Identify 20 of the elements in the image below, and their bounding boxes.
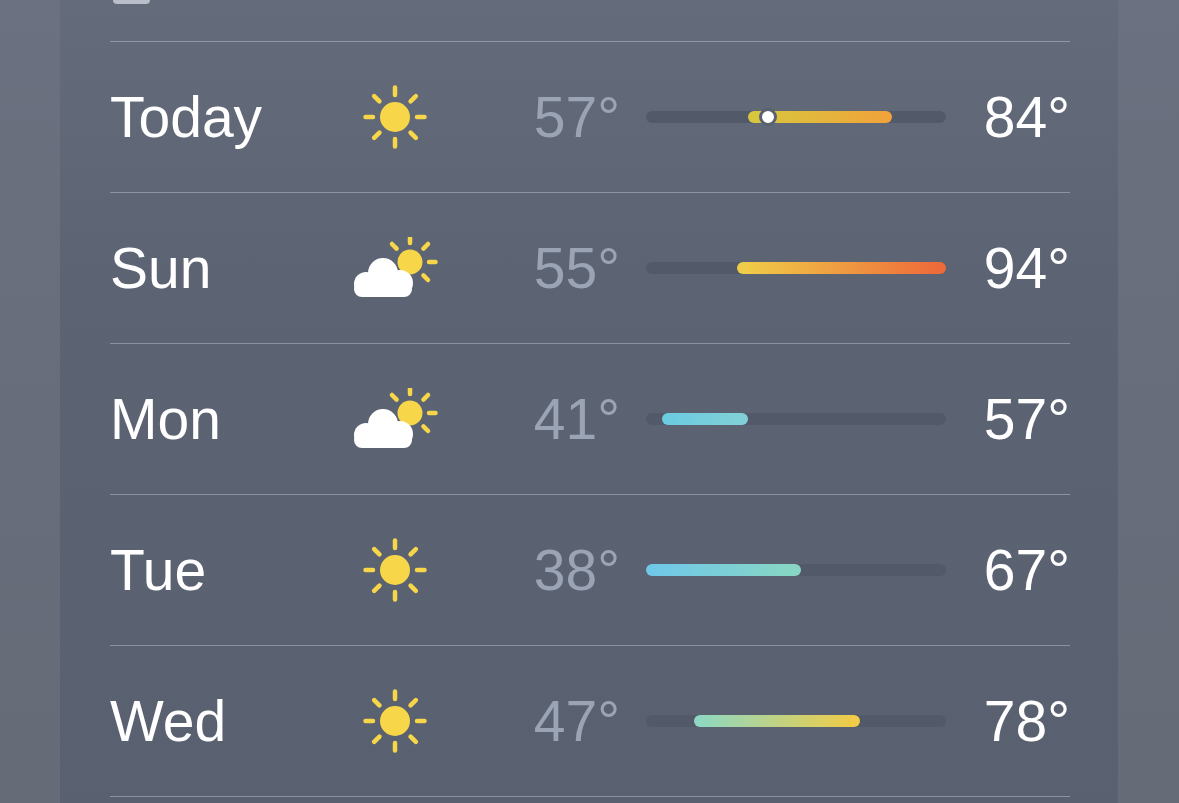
low-temperature: 47° — [533, 692, 620, 750]
day-label: Tue — [110, 541, 207, 599]
sun-icon — [363, 538, 427, 602]
sun-icon — [363, 689, 427, 753]
high-temperature: 57° — [983, 390, 1070, 448]
low-temperature: 55° — [533, 239, 620, 297]
sun-icon — [363, 85, 427, 149]
high-temperature: 67° — [983, 541, 1070, 599]
cloud-sun-icon — [352, 237, 439, 299]
high-temperature: 84° — [983, 88, 1070, 146]
cloud-sun-icon — [352, 388, 439, 450]
cropped-tile-icon — [113, 0, 150, 4]
day-label: Wed — [110, 692, 227, 750]
day-label: Sun — [110, 239, 212, 297]
high-temperature: 94° — [983, 239, 1070, 297]
day-label: Mon — [110, 390, 221, 448]
high-temperature: 78° — [983, 692, 1070, 750]
low-temperature: 57° — [533, 88, 620, 146]
low-temperature: 41° — [533, 390, 620, 448]
low-temperature: 38° — [533, 541, 620, 599]
